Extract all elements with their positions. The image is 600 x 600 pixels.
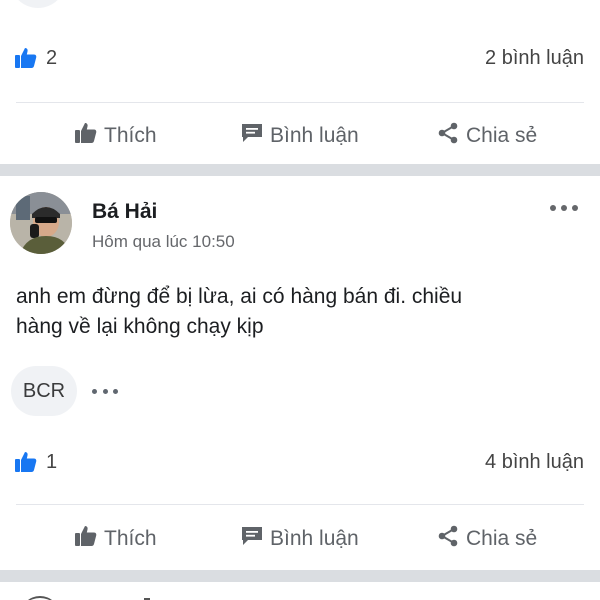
post-actions: Thích Bình luận Chia sẻ (0, 511, 600, 567)
post-likes[interactable]: 1 (14, 450, 57, 474)
share-icon (436, 121, 466, 151)
avatar[interactable] (10, 192, 72, 254)
feed: 2 2 bình luận Thích Bình luận Chia sẻ Bá… (0, 0, 600, 600)
comment-icon (240, 524, 270, 554)
thumbs-up-icon (14, 46, 38, 70)
previous-post-avatar (10, 0, 66, 8)
more-options-icon[interactable] (550, 202, 578, 214)
comment-button-label: Bình luận (270, 527, 359, 550)
comment-button[interactable]: Bình luận (240, 108, 359, 164)
next-post-stub (0, 582, 600, 600)
post-separator (0, 164, 600, 176)
comment-count[interactable]: 2 bình luận (485, 47, 584, 70)
like-button-label: Thích (104, 124, 157, 147)
post-separator (0, 570, 600, 582)
previous-post-stats: 2 2 bình luận (0, 38, 600, 78)
share-button[interactable]: Chia sẻ (436, 511, 537, 567)
divider (16, 504, 584, 505)
like-count: 1 (46, 450, 58, 473)
previous-post-likes[interactable]: 2 (14, 46, 57, 70)
comment-count[interactable]: 4 bình luận (485, 451, 584, 474)
previous-post-actions: Thích Bình luận Chia sẻ (0, 108, 600, 164)
like-count: 2 (46, 46, 58, 69)
share-icon (436, 524, 466, 554)
post-text-line: anh em đừng để bị lừa, ai có hàng bán đi… (16, 285, 463, 308)
post-stats: 1 4 bình luận (0, 442, 600, 482)
thumbs-up-icon (14, 450, 38, 474)
like-button[interactable]: Thích (74, 511, 157, 567)
comment-button[interactable]: Bình luận (240, 511, 359, 567)
comment-icon (240, 121, 270, 151)
share-button[interactable]: Chia sẻ (436, 108, 537, 164)
like-button-label: Thích (104, 527, 157, 550)
post-text: anh em đừng để bị lừa, ai có hàng bán đi… (16, 282, 586, 342)
comment-chip[interactable]: BCR (11, 366, 77, 416)
post-timestamp[interactable]: Hôm qua lúc 10:50 (92, 232, 235, 252)
more-icon[interactable] (92, 387, 118, 395)
thumbs-up-icon (74, 524, 104, 554)
like-button[interactable]: Thích (74, 108, 157, 164)
divider (16, 102, 584, 103)
post-header: Bá Hải Hôm qua lúc 10:50 (0, 176, 600, 256)
post-text-line: hàng về lại không chạy kịp (16, 315, 264, 338)
comment-chip-label: BCR (22, 379, 66, 402)
avatar (20, 596, 60, 600)
author-name[interactable]: Bá Hải (92, 200, 157, 224)
thumbs-up-icon (74, 121, 104, 151)
share-button-label: Chia sẻ (466, 124, 538, 147)
comment-button-label: Bình luận (270, 124, 359, 147)
share-button-label: Chia sẻ (466, 527, 538, 550)
